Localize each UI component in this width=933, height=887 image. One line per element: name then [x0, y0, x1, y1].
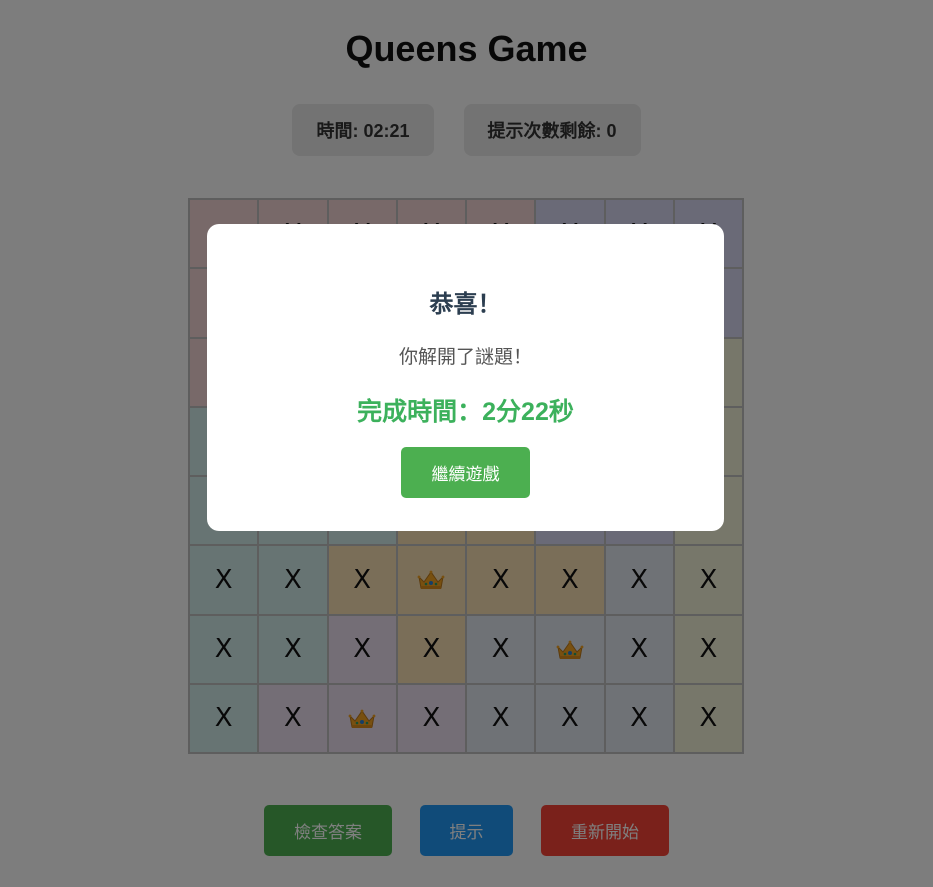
modal-message: 你解開了謎題！ — [398, 347, 532, 368]
success-modal: 恭喜！ 你解開了謎題！ 完成時間：2分22秒 繼續遊戲 — [207, 224, 724, 531]
completion-time: 完成時間：2分22秒 — [357, 398, 574, 426]
modal-title: 恭喜！ — [429, 291, 502, 318]
continue-game-button[interactable]: 繼續遊戲 — [401, 447, 530, 498]
